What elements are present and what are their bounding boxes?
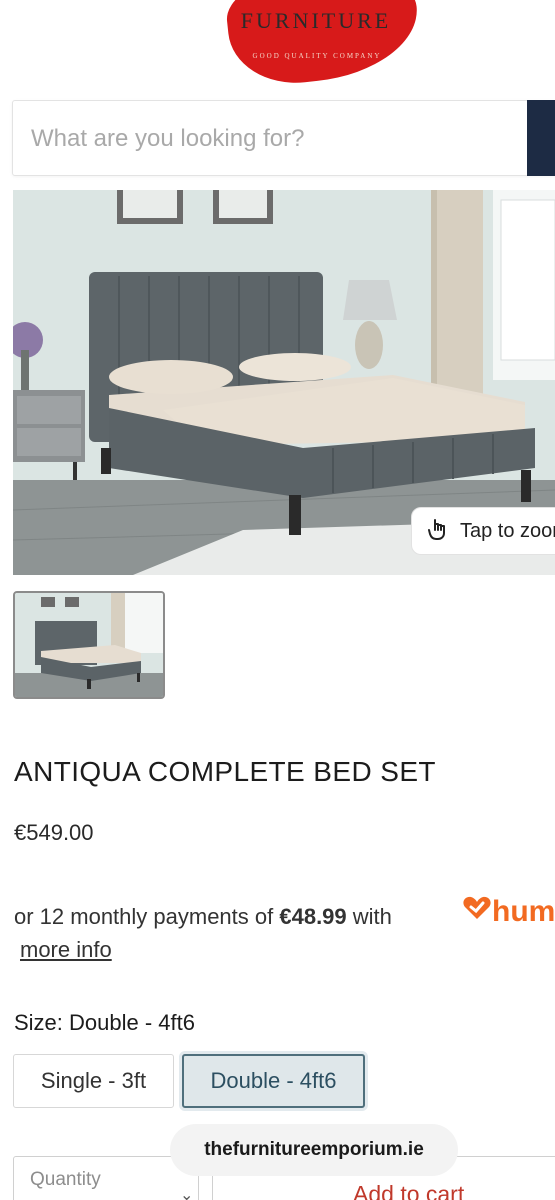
finance-prefix: or 12 monthly payments of <box>14 904 280 929</box>
search-button[interactable] <box>527 100 555 176</box>
logo[interactable]: FURNITURE <box>226 8 406 34</box>
humm-heart-icon <box>462 895 492 929</box>
tap-hand-icon <box>426 516 452 547</box>
size-label: Size: Double - 4ft6 <box>14 1010 195 1035</box>
product-price: €549.00 <box>14 820 94 845</box>
tap-to-zoom-label: Tap to zoom <box>460 519 555 542</box>
search-input[interactable] <box>31 123 511 155</box>
logo-tagline: GOOD QUALITY COMPANY <box>252 52 382 60</box>
site-header: FURNITURE GOOD QUALITY COMPANY <box>0 0 555 92</box>
more-info-link[interactable]: more info <box>20 937 112 963</box>
tap-to-zoom-button[interactable]: Tap to zoom <box>411 507 555 555</box>
finance-amount: €48.99 <box>279 904 347 929</box>
finance-suffix: with <box>346 904 392 929</box>
size-option-double[interactable]: Double - 4ft6 <box>182 1054 365 1108</box>
chevron-down-icon: ⌄ <box>180 1187 194 1200</box>
add-to-cart-label: Add to cart <box>353 1181 465 1200</box>
humm-logo[interactable]: hum <box>462 895 555 929</box>
quantity-label: Quantity <box>30 1169 101 1190</box>
finance-text: or 12 monthly payments of €48.99 with <box>14 904 392 930</box>
product-title: ANTIQUA COMPLETE BED SET <box>14 756 436 787</box>
product-thumbnail[interactable] <box>13 591 165 699</box>
site-url-pill[interactable]: thefurnitureemporium.ie <box>170 1124 458 1176</box>
search-bar <box>12 100 555 176</box>
humm-logo-text: hum <box>492 895 555 928</box>
quantity-select[interactable]: Quantity ⌄ <box>13 1156 199 1200</box>
size-option-single[interactable]: Single - 3ft <box>13 1054 174 1108</box>
